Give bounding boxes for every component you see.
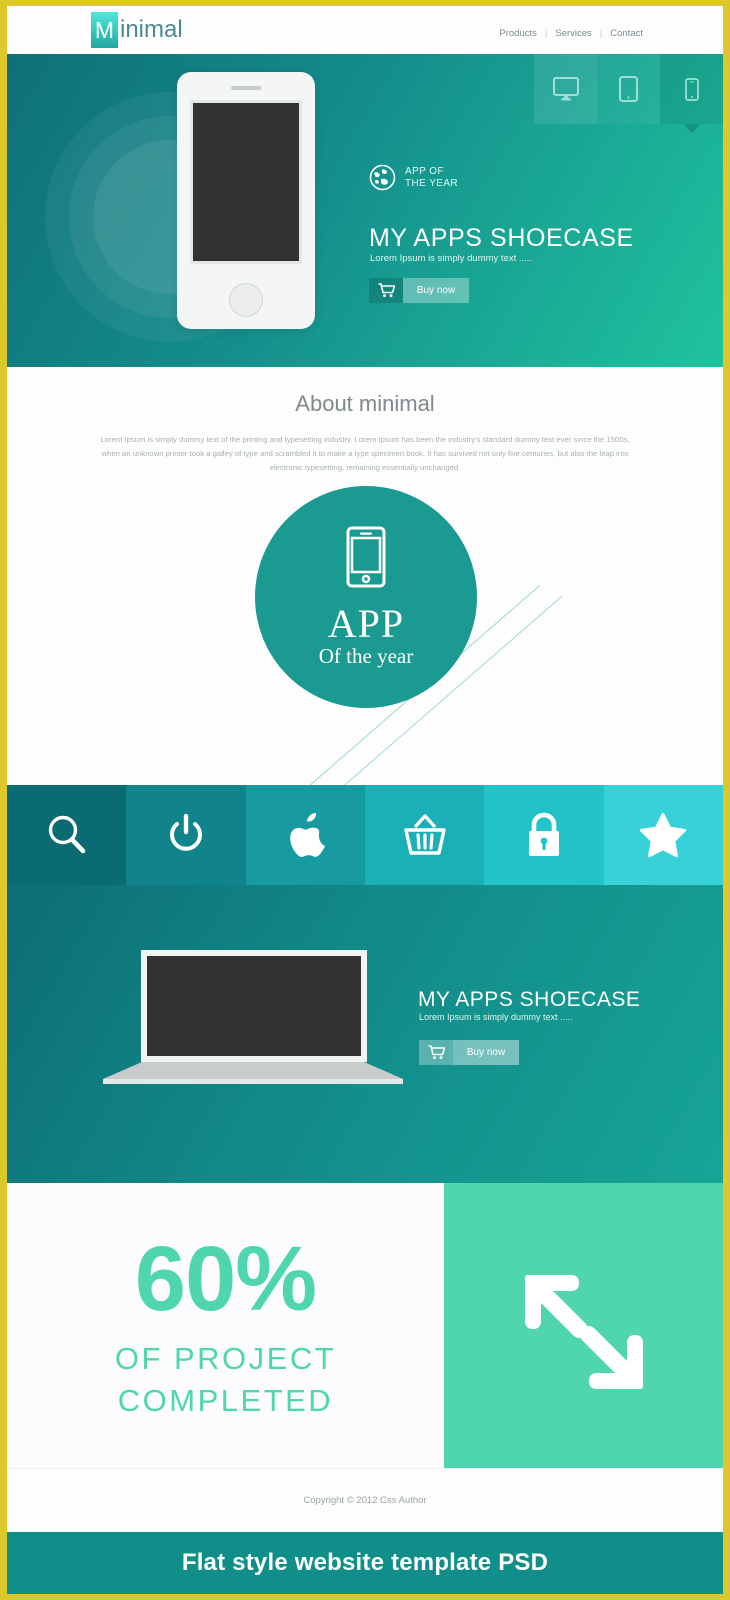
hero-section: APP OF THE YEAR MY APPS SHOECASE Lorem I… <box>7 54 723 367</box>
nav-link-services[interactable]: Services <box>547 28 599 39</box>
tablet-icon <box>619 76 638 102</box>
laptop-subtitle: Lorem Ipsum is simply dummy text ..... <box>419 1012 573 1022</box>
award-badge: APP OF THE YEAR <box>369 164 458 191</box>
hero-title: MY APPS SHOECASE <box>369 224 634 252</box>
phone-home-button[interactable] <box>229 283 263 317</box>
cart-icon <box>428 1045 445 1060</box>
laptop-buy-now-label: Buy now <box>453 1040 519 1065</box>
watermark: www.heritagechristiancollege.com <box>47 1521 182 1531</box>
icon-tile-star[interactable] <box>603 785 723 885</box>
power-icon <box>169 814 202 851</box>
icon-tile-apple[interactable] <box>245 785 365 885</box>
logo[interactable]: M inimal <box>91 12 183 48</box>
progress-panel: 60% OF PROJECT COMPLETED <box>7 1183 444 1468</box>
app-badge-subtitle: Of the year <box>318 644 414 668</box>
device-tab-tablet[interactable] <box>597 54 660 124</box>
about-title: About minimal <box>295 391 435 416</box>
laptop-mockup <box>103 950 403 1084</box>
nav-link-products[interactable]: Products <box>491 28 545 39</box>
nav-link-contact[interactable]: Contact <box>602 28 651 39</box>
about-paragraph: Lorem Ipsum is simply dummy text of the … <box>100 435 630 472</box>
navbar: M inimal Products | Services | Contact <box>7 6 723 54</box>
app-badge-wrap: APP Of the year <box>7 477 723 846</box>
progress-line-2: COMPLETED <box>117 1382 334 1418</box>
laptop-screen <box>147 956 361 1056</box>
device-tab-mobile[interactable] <box>660 54 723 124</box>
laptop-title: MY APPS SHOECASE <box>418 988 641 1011</box>
stats-section: 60% OF PROJECT COMPLETED <box>7 1183 723 1480</box>
desktop-icon <box>552 77 579 101</box>
device-tab-desktop[interactable] <box>534 54 597 124</box>
award-text: APP OF THE YEAR <box>405 166 458 190</box>
page-frame: M inimal Products | Services | Contact A… <box>0 0 730 1600</box>
cart-icon <box>378 283 395 298</box>
star-icon <box>640 812 687 858</box>
copyright-text: Copyright © 2012 Css Author <box>303 1495 427 1506</box>
about-section: About minimal Lorem Ipsum is simply dumm… <box>7 367 723 846</box>
expand-arrows-icon <box>524 1274 643 1389</box>
device-switcher <box>534 54 723 124</box>
mobile-icon <box>684 77 699 101</box>
icon-tile-lock[interactable] <box>484 785 604 885</box>
page-inner: M inimal Products | Services | Contact A… <box>7 6 723 1594</box>
app-badge-title: APP <box>327 601 405 646</box>
app-of-the-year-badge: APP Of the year <box>255 486 477 708</box>
laptop-section: MY APPS SHOECASE Lorem Ipsum is simply d… <box>7 885 723 1183</box>
icon-tile-basket[interactable] <box>364 785 485 885</box>
icon-tile-power[interactable] <box>126 785 246 885</box>
phone-screen <box>190 100 302 264</box>
hero-subtitle: Lorem Ipsum is simply dummy text ..... <box>370 253 533 264</box>
search-icon <box>48 815 85 854</box>
lock-icon <box>528 812 559 856</box>
cart-icon-wrap <box>369 278 403 303</box>
apple-icon <box>290 813 326 857</box>
progress-percent: 60% <box>134 1227 317 1330</box>
smartphone-icon <box>346 526 386 588</box>
laptop-buy-now-button[interactable]: Buy now <box>419 1040 519 1065</box>
phone-mockup <box>177 72 315 329</box>
icon-bar <box>7 785 723 885</box>
phone-speaker <box>231 86 261 90</box>
cart-icon-wrap-2 <box>419 1040 453 1065</box>
logo-badge: M <box>91 12 118 48</box>
icon-tile-search[interactable] <box>7 785 127 885</box>
hero-buy-now-button[interactable]: Buy now <box>369 278 469 303</box>
globe-icon <box>369 164 396 191</box>
progress-line-1: OF PROJECT <box>114 1340 337 1376</box>
award-line-2: THE YEAR <box>405 177 459 189</box>
bottom-banner-text: Flat style website template PSD <box>181 1549 549 1576</box>
bottom-banner: Flat style website template PSD <box>7 1532 723 1594</box>
award-line-1: APP OF <box>405 165 444 177</box>
expand-panel <box>444 1183 723 1480</box>
logo-text: inimal <box>120 16 183 43</box>
hero-buy-now-label: Buy now <box>403 278 469 303</box>
nav-links: Products | Services | Contact <box>491 28 651 39</box>
laptop-base <box>103 1062 403 1079</box>
laptop-lid <box>141 950 367 1062</box>
laptop-foot <box>103 1079 403 1084</box>
basket-icon <box>403 814 446 855</box>
